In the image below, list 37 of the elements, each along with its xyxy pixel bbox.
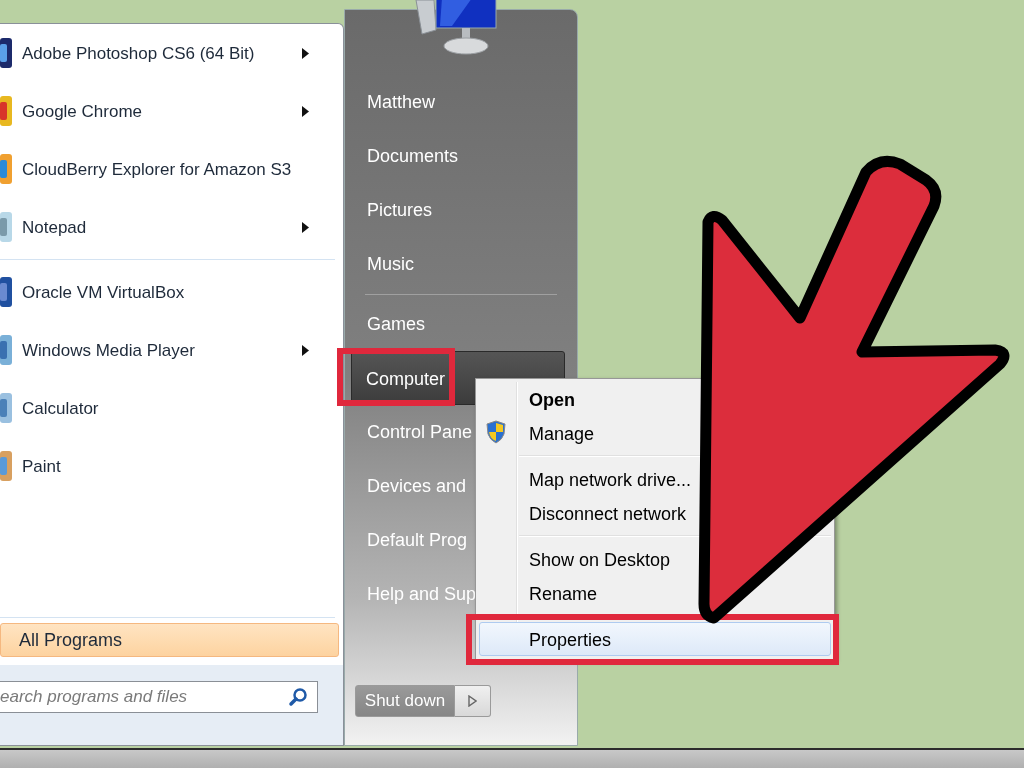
place-item[interactable]: Games <box>345 297 565 351</box>
program-item[interactable]: Oracle VM VirtualBox <box>0 263 343 321</box>
app-icon <box>0 333 14 367</box>
menu-item[interactable]: Properties <box>479 622 831 656</box>
app-icon <box>0 449 14 483</box>
menu-item[interactable]: Disconnect network <box>479 496 694 530</box>
program-item[interactable]: Calculator <box>0 379 343 437</box>
app-icon <box>0 36 14 70</box>
submenu-arrow-icon <box>302 47 309 59</box>
shield-icon <box>486 420 506 444</box>
program-item[interactable]: Notepad <box>0 198 343 256</box>
submenu-arrow-icon <box>302 344 309 356</box>
menu-item[interactable]: Rename <box>479 576 605 610</box>
shut-down-options-button[interactable] <box>455 685 491 717</box>
app-icon <box>0 275 14 309</box>
program-item[interactable]: CloudBerry Explorer for Amazon S3 <box>0 140 343 198</box>
submenu-arrow-icon <box>302 105 309 117</box>
program-item[interactable]: Google Chrome <box>0 82 343 140</box>
app-icon <box>0 152 14 186</box>
menu-item[interactable]: Show on Desktop <box>479 542 678 576</box>
search-field[interactable]: earch programs and files <box>0 681 318 713</box>
all-programs-item[interactable]: All Programs <box>0 623 339 657</box>
place-item[interactable]: Music <box>345 237 565 291</box>
program-item[interactable]: Adobe Photoshop CS6 (64 Bit) <box>0 24 343 82</box>
app-icon <box>0 391 14 425</box>
program-item[interactable]: Paint <box>0 437 343 495</box>
menu-item[interactable]: Map network drive... <box>479 462 699 496</box>
place-item[interactable]: Matthew <box>345 75 565 129</box>
right-triangle-icon <box>468 695 477 707</box>
app-icon <box>0 210 14 244</box>
menu-item[interactable]: Manage <box>479 416 602 450</box>
submenu-arrow-icon <box>302 221 309 233</box>
search-icon <box>288 687 308 707</box>
place-item[interactable]: Pictures <box>345 183 565 237</box>
app-icon <box>0 94 14 128</box>
place-item[interactable]: Documents <box>345 129 565 183</box>
program-item[interactable]: Windows Media Player <box>0 321 343 379</box>
